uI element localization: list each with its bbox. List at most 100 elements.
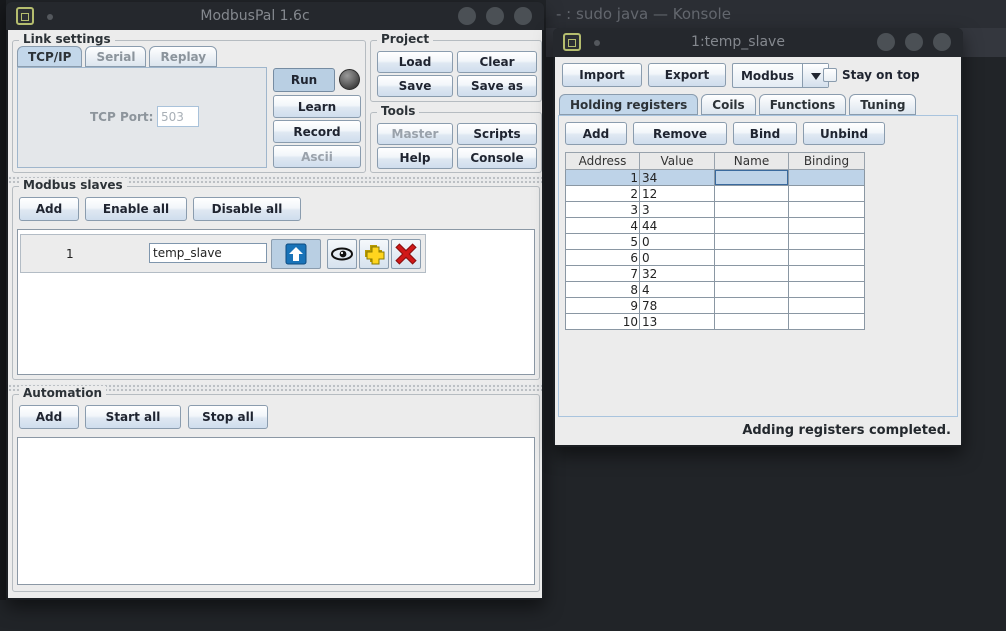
tab-replay[interactable]: Replay (149, 46, 217, 67)
scripts-button[interactable]: Scripts (457, 123, 537, 145)
register-row[interactable]: 2 12 (565, 186, 865, 202)
register-binding-cell[interactable] (789, 186, 865, 202)
run-button[interactable]: Run (273, 68, 335, 92)
register-name-cell[interactable] (715, 170, 789, 186)
konsole-titlebar[interactable]: - : sudo java — Konsole (546, 0, 1006, 28)
slave-enable-toggle[interactable] (271, 239, 321, 269)
register-name-cell[interactable] (715, 250, 789, 266)
register-row[interactable]: 5 0 (565, 234, 865, 250)
help-button[interactable]: Help (377, 147, 453, 169)
register-value-cell[interactable]: 34 (640, 170, 715, 186)
import-button[interactable]: Import (562, 63, 642, 87)
slave-delete-button[interactable] (391, 239, 421, 269)
register-name-cell[interactable] (715, 218, 789, 234)
register-binding-cell[interactable] (789, 266, 865, 282)
register-name-cell[interactable] (715, 314, 789, 330)
register-address-cell[interactable]: 10 (565, 314, 640, 330)
save-button[interactable]: Save (377, 75, 453, 97)
maximize-button[interactable] (486, 7, 504, 25)
register-address-cell[interactable]: 4 (565, 218, 640, 234)
register-row[interactable]: 3 3 (565, 202, 865, 218)
register-name-cell[interactable] (715, 266, 789, 282)
stop-all-button[interactable]: Stop all (188, 405, 268, 429)
col-header-value[interactable]: Value (640, 152, 715, 170)
col-header-name[interactable]: Name (715, 152, 789, 170)
add-slave-button[interactable]: Add (19, 197, 79, 221)
register-row[interactable]: 10 13 (565, 314, 865, 330)
register-row[interactable]: 1 34 (565, 170, 865, 186)
slave-view-button[interactable] (327, 239, 357, 269)
minimize-button[interactable] (877, 33, 895, 51)
register-name-cell[interactable] (715, 298, 789, 314)
register-binding-cell[interactable] (789, 234, 865, 250)
col-header-binding[interactable]: Binding (789, 152, 865, 170)
window-menu-icon[interactable] (563, 33, 581, 51)
register-address-cell[interactable]: 6 (565, 250, 640, 266)
register-binding-cell[interactable] (789, 314, 865, 330)
register-row[interactable]: 8 4 (565, 282, 865, 298)
register-address-cell[interactable]: 9 (565, 298, 640, 314)
tab-tuning[interactable]: Tuning (849, 94, 916, 115)
console-button[interactable]: Console (457, 147, 537, 169)
register-binding-cell[interactable] (789, 250, 865, 266)
close-button[interactable] (933, 33, 951, 51)
slave-row[interactable]: 1 (20, 234, 426, 273)
enable-all-button[interactable]: Enable all (85, 197, 187, 221)
register-name-cell[interactable] (715, 234, 789, 250)
maximize-button[interactable] (905, 33, 923, 51)
register-value-cell[interactable]: 0 (640, 250, 715, 266)
register-value-cell[interactable]: 3 (640, 202, 715, 218)
register-binding-cell[interactable] (789, 282, 865, 298)
bind-button[interactable]: Bind (733, 122, 797, 145)
register-address-cell[interactable]: 2 (565, 186, 640, 202)
tab-holding-registers[interactable]: Holding registers (559, 94, 698, 115)
register-address-cell[interactable]: 7 (565, 266, 640, 282)
tab-serial[interactable]: Serial (85, 46, 146, 67)
register-address-cell[interactable]: 5 (565, 234, 640, 250)
register-value-cell[interactable]: 32 (640, 266, 715, 282)
register-binding-cell[interactable] (789, 170, 865, 186)
tcp-port-field[interactable] (157, 106, 199, 127)
close-button[interactable] (514, 7, 532, 25)
learn-button[interactable]: Learn (273, 95, 361, 118)
stay-on-top-checkbox[interactable] (823, 68, 837, 82)
slave-add-automation-button[interactable] (359, 239, 389, 269)
register-address-cell[interactable]: 1 (565, 170, 640, 186)
export-button[interactable]: Export (648, 63, 726, 87)
register-value-cell[interactable]: 13 (640, 314, 715, 330)
slave-titlebar[interactable]: 1:temp_slave (553, 28, 963, 57)
record-button[interactable]: Record (273, 120, 361, 143)
register-row[interactable]: 6 0 (565, 250, 865, 266)
tab-functions[interactable]: Functions (759, 94, 847, 115)
disable-all-button[interactable]: Disable all (193, 197, 301, 221)
register-name-cell[interactable] (715, 186, 789, 202)
add-automation-button[interactable]: Add (19, 405, 79, 429)
remove-register-button[interactable]: Remove (633, 122, 727, 145)
load-button[interactable]: Load (377, 51, 453, 73)
add-register-button[interactable]: Add (565, 122, 627, 145)
register-address-cell[interactable]: 3 (565, 202, 640, 218)
register-value-cell[interactable]: 44 (640, 218, 715, 234)
modbuspal-titlebar[interactable]: ModbusPal 1.6c (6, 2, 544, 30)
register-binding-cell[interactable] (789, 218, 865, 234)
register-name-cell[interactable] (715, 202, 789, 218)
col-header-address[interactable]: Address (565, 152, 640, 170)
register-row[interactable]: 7 32 (565, 266, 865, 282)
register-address-cell[interactable]: 8 (565, 282, 640, 298)
clear-button[interactable]: Clear (457, 51, 537, 73)
register-row[interactable]: 9 78 (565, 298, 865, 314)
slave-name-field[interactable] (149, 243, 267, 263)
window-menu-icon[interactable] (16, 7, 34, 25)
register-name-cell[interactable] (715, 282, 789, 298)
save-as-button[interactable]: Save as (457, 75, 537, 97)
register-binding-cell[interactable] (789, 298, 865, 314)
unbind-button[interactable]: Unbind (803, 122, 885, 145)
register-value-cell[interactable]: 0 (640, 234, 715, 250)
register-value-cell[interactable]: 78 (640, 298, 715, 314)
start-all-button[interactable]: Start all (85, 405, 181, 429)
tab-tcpip[interactable]: TCP/IP (17, 46, 82, 67)
minimize-button[interactable] (458, 7, 476, 25)
register-binding-cell[interactable] (789, 202, 865, 218)
protocol-dropdown[interactable]: Modbus (732, 63, 829, 88)
register-row[interactable]: 4 44 (565, 218, 865, 234)
